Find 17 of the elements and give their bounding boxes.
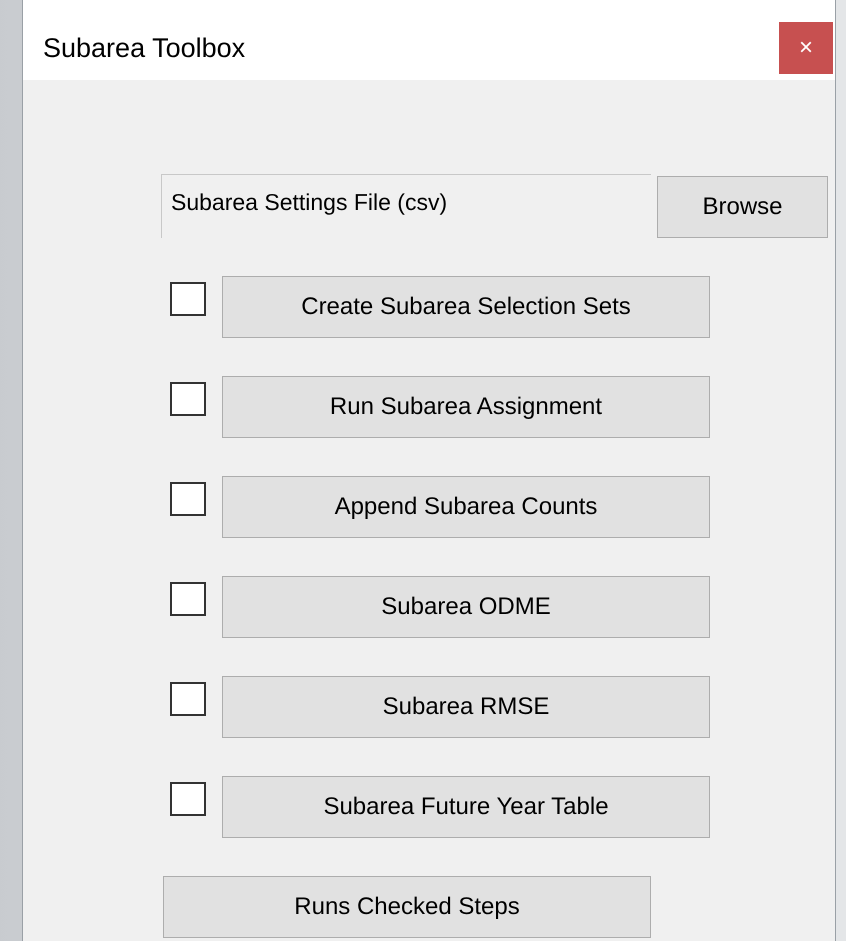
step-button[interactable]: Subarea Future Year Table: [222, 776, 710, 838]
step-button[interactable]: Subarea ODME: [222, 576, 710, 638]
step-checkbox[interactable]: [170, 682, 206, 716]
step-button[interactable]: Subarea RMSE: [222, 676, 710, 738]
run-checked-steps-button[interactable]: Runs Checked Steps: [163, 876, 651, 938]
browse-button[interactable]: Browse: [657, 176, 828, 238]
step-checkbox[interactable]: [170, 382, 206, 416]
window-title: Subarea Toolbox: [43, 32, 246, 65]
step-button[interactable]: Create Subarea Selection Sets: [222, 276, 710, 338]
step-checkbox[interactable]: [170, 282, 206, 316]
step-button[interactable]: Append Subarea Counts: [222, 476, 710, 538]
step-checkbox[interactable]: [170, 582, 206, 616]
step-button[interactable]: Run Subarea Assignment: [222, 376, 710, 438]
step-checkbox[interactable]: [170, 782, 206, 816]
step-checkbox[interactable]: [170, 482, 206, 516]
settings-file-field[interactable]: Subarea Settings File (csv): [161, 174, 651, 238]
close-button[interactable]: ×: [779, 22, 833, 74]
